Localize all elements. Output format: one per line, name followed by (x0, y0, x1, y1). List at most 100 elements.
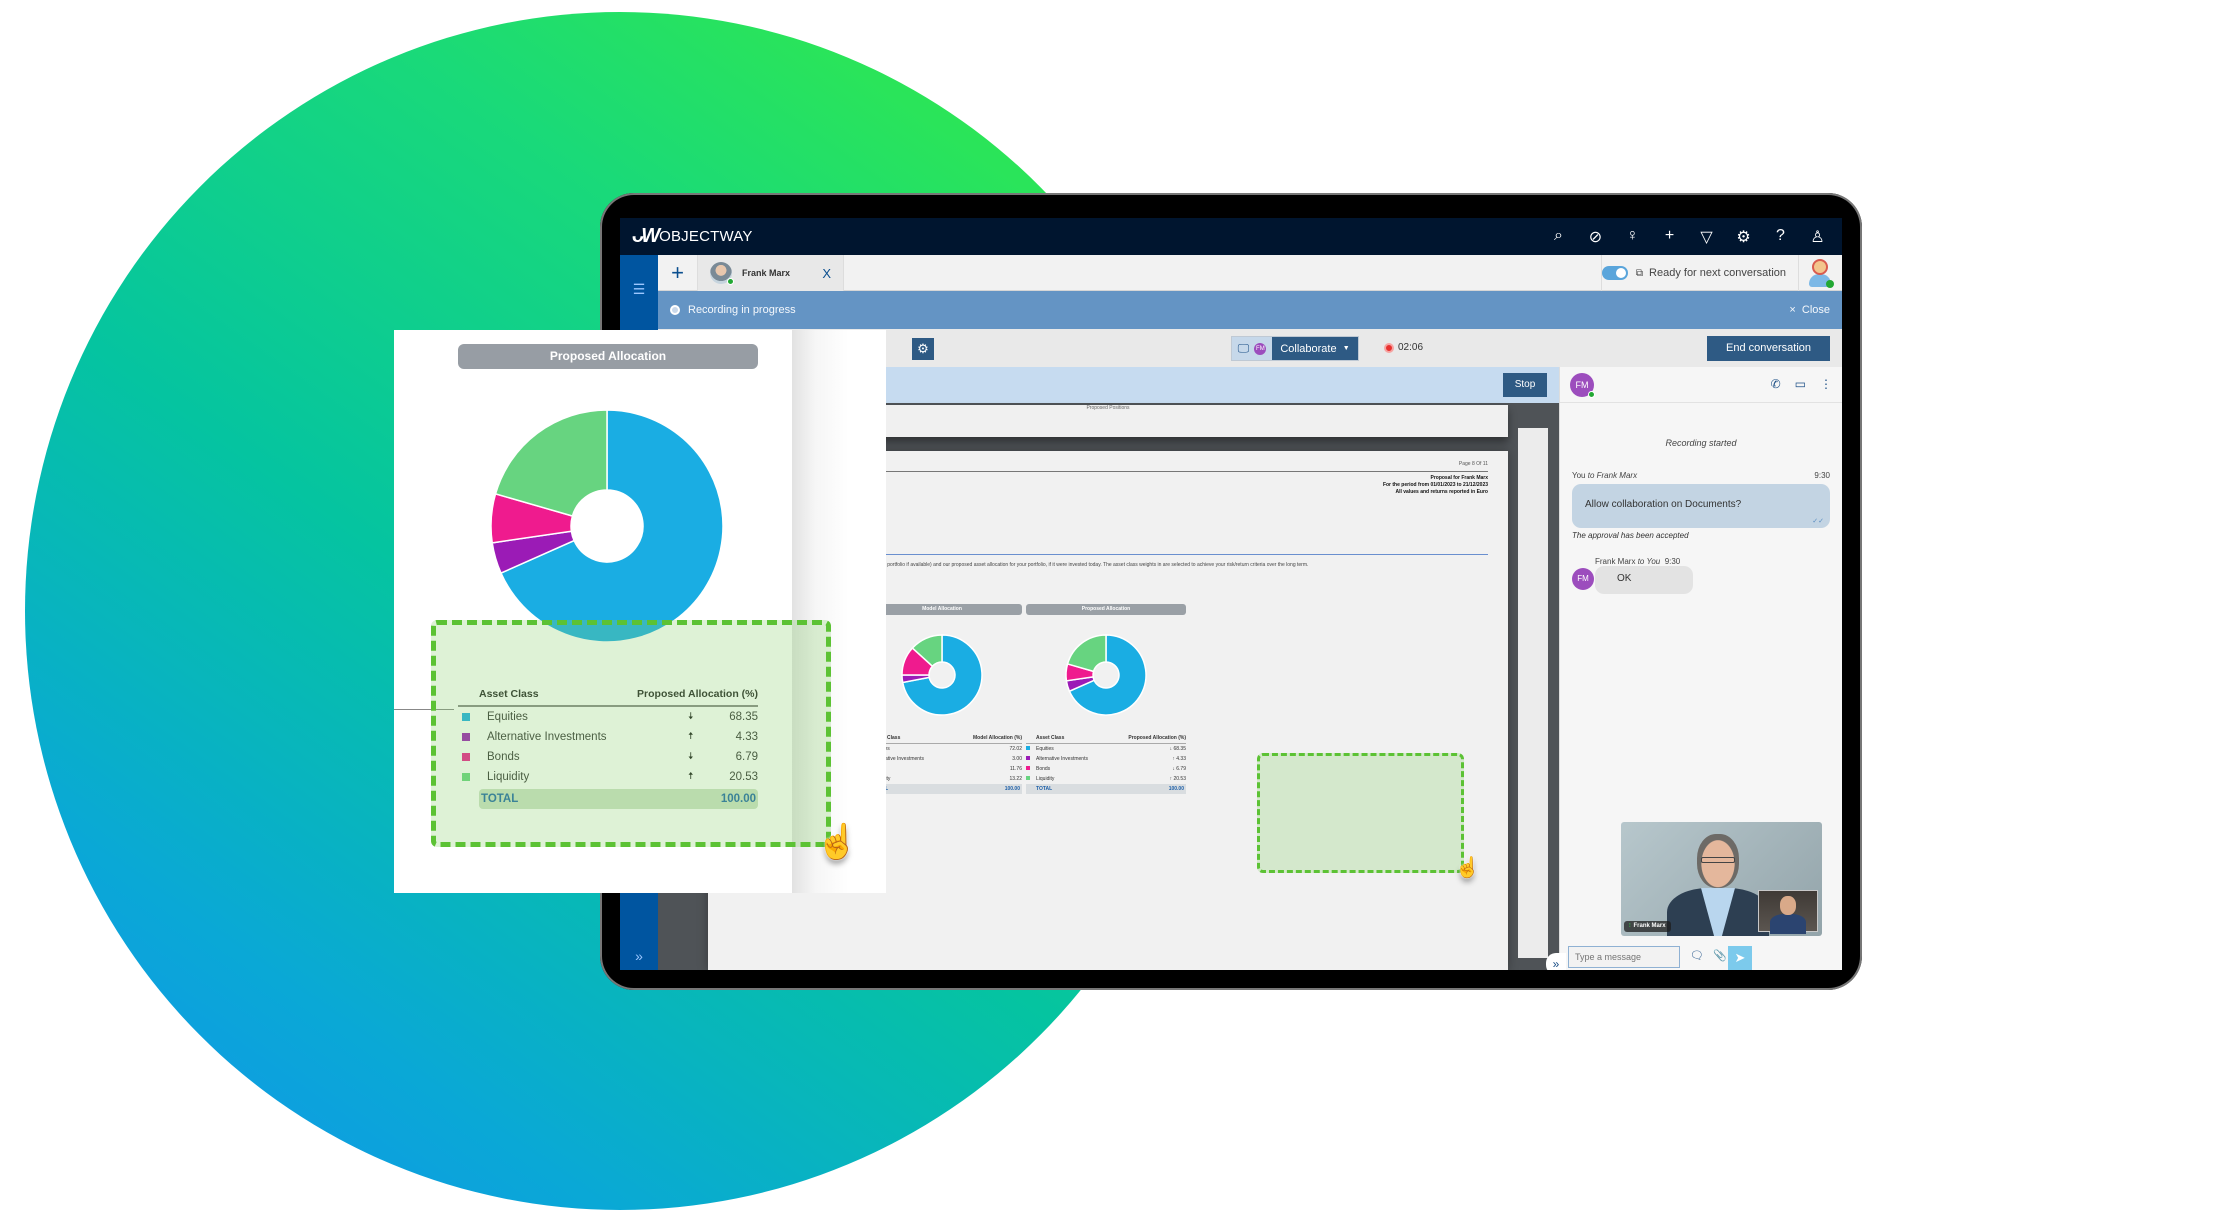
tab-label: Frank Marx (742, 268, 791, 278)
chat-panel: FM ✆ ▭ ⋮ Recording started You to Frank … (1559, 367, 1842, 970)
help-icon[interactable]: ? (1762, 227, 1799, 247)
allocation-value: 13.22 (1009, 776, 1022, 782)
video-call-window[interactable]: ⫶ Frank Marx (1621, 822, 1822, 936)
participant-name: Frank Marx (1633, 923, 1666, 929)
collaborate-label: Collaborate (1280, 342, 1337, 355)
participants-indicator: 🖵 FM (1232, 337, 1272, 360)
menu-icon[interactable]: ☰ (620, 281, 658, 298)
column-title: Model Allocation (862, 604, 1022, 615)
send-button[interactable]: ➤ (1728, 946, 1752, 970)
column-header-allocation: Proposed Allocation (%) (1128, 735, 1186, 741)
incoming-message: OK (1595, 566, 1693, 594)
status-icon: ⧉ (1635, 267, 1644, 279)
quick-reply-icon[interactable]: 🗨 (1690, 949, 1704, 962)
stop-button[interactable]: Stop (1503, 373, 1547, 397)
self-body (1770, 914, 1806, 934)
online-status-dot (1826, 280, 1834, 288)
message-sender: Frank Marx (1595, 557, 1636, 566)
legend-swatch (1026, 776, 1030, 780)
table-header: Asset Class Proposed Allocation (%) (1026, 735, 1186, 744)
filter-icon[interactable]: ▽ (1688, 227, 1725, 247)
table-row: Bonds11.76 (862, 764, 1022, 774)
allocation-value: ↑ 4.33 (1172, 756, 1186, 762)
meta-line: Proposal for Frank Marx (1430, 475, 1488, 481)
allocation-value: ↑ 20.53 (1169, 776, 1186, 782)
recording-banner: Recording in progress × Close (658, 291, 1842, 329)
allocation-value: 72.02 (1009, 746, 1022, 752)
remote-participant-glasses (1701, 857, 1735, 863)
gear-icon[interactable]: ⚙ (1725, 227, 1762, 247)
self-view-video[interactable] (1758, 890, 1818, 934)
allocation-value: ↓ 68.35 (1169, 746, 1186, 752)
target-icon[interactable]: ⊘ (1577, 227, 1614, 247)
recording-label: Recording in progress (688, 304, 796, 316)
allocation-donut-chart (901, 634, 983, 716)
donut-slice-liquidity (1066, 634, 1107, 673)
close-icon: × (1789, 304, 1796, 316)
table-row: Equities ↓ 68.35 (1026, 744, 1186, 754)
chart-title: Proposed Allocation (458, 344, 758, 369)
message-input[interactable] (1568, 946, 1680, 968)
column-title: Proposed Allocation (1026, 604, 1186, 615)
participant-avatar: FM (1254, 342, 1267, 355)
plus-icon[interactable]: + (1651, 227, 1688, 247)
table-row: Alternative Investments ↑ 4.33 (1026, 754, 1186, 764)
lightbulb-icon[interactable]: ♀ (1614, 227, 1651, 247)
tab-frank-marx[interactable]: Frank Marx X (698, 255, 844, 291)
close-icon[interactable]: X (822, 266, 831, 281)
attachment-icon[interactable]: 📎 (1713, 949, 1727, 962)
collapse-chat-button[interactable]: » (1546, 953, 1566, 970)
availability-label: Ready for next conversation (1649, 267, 1786, 279)
brand-logo[interactable]: ᴗW OBJECTWAY (632, 225, 753, 248)
sender-avatar: FM (1572, 568, 1594, 590)
more-options-icon[interactable]: ⋮ (1820, 377, 1832, 391)
collaborate-group: 🖵 FM Collaborate ▼ (1231, 336, 1359, 361)
settings-button[interactable]: ⚙ (912, 338, 934, 360)
phone-icon[interactable]: ✆ (1771, 377, 1781, 391)
total-row: TOTAL100.00 (862, 784, 1022, 794)
agent-head (1812, 259, 1828, 275)
sidebar-expand-icon[interactable]: » (620, 948, 658, 964)
close-label: Close (1801, 304, 1830, 316)
end-conversation-button[interactable]: End conversation (1707, 336, 1830, 361)
search-icon[interactable]: ⌕ (1540, 227, 1577, 247)
close-banner-button[interactable]: × Close (1789, 304, 1830, 316)
top-navigation-bar: ᴗW OBJECTWAY ⌕ ⊘ ♀ + ▽ ⚙ ? ♙ (620, 218, 1842, 255)
timer-value: 02:06 (1398, 342, 1424, 353)
collaborate-dropdown[interactable]: Collaborate ▼ (1272, 337, 1358, 360)
agent-avatar[interactable] (1798, 255, 1842, 291)
table-row: Liquidity13.22 (862, 774, 1022, 784)
audio-level-icon: ⫶ (1629, 923, 1631, 929)
online-status-dot (1588, 391, 1595, 398)
user-icon[interactable]: ♙ (1799, 227, 1836, 247)
approval-status: The approval has been accepted (1572, 531, 1689, 540)
video-camera-icon[interactable]: ▭ (1795, 377, 1806, 391)
screen-share-icon: 🖵 (1237, 341, 1250, 355)
asset-class-name: Bonds (1036, 766, 1051, 772)
document-meta: Proposal for Frank Marx For the period f… (1383, 475, 1488, 496)
online-status-dot (727, 278, 734, 285)
allocation-value: 11.76 (1009, 766, 1022, 772)
add-tab-button[interactable]: + (658, 255, 698, 291)
highlight-selection-zoomed (431, 620, 831, 847)
total-row: TOTAL100.00 (1026, 784, 1186, 794)
message-recipient: to You (1637, 557, 1661, 566)
logo-icon: ᴗW (632, 225, 660, 247)
chat-composer: 🗨 📎 ➤ (1560, 946, 1842, 970)
chevron-down-icon: ▼ (1342, 345, 1350, 352)
asset-class-name: Alternative Investments (1036, 756, 1088, 762)
legend-swatch (1026, 746, 1030, 750)
asset-class-name: Liquidity (1036, 776, 1055, 782)
contact-avatar[interactable]: FM (1570, 373, 1595, 398)
page-indicator: Page 8 Of 11 (1458, 461, 1488, 467)
conversation-tabs: + Frank Marx X ⧉ Ready for next conversa… (658, 255, 1842, 291)
availability-toggle[interactable] (1601, 266, 1628, 280)
proposed-allocation-donut-chart (490, 409, 724, 643)
allocation-table: Asset Class Proposed Allocation (%) Equiti… (1026, 735, 1186, 794)
allocation-table: Asset ClassModel Allocation (%)Equities7… (862, 735, 1022, 794)
total-value: 100.00 (1168, 786, 1184, 792)
allocation-column: Model Allocation Asset Class Model Allocat… (862, 604, 1022, 794)
legend-swatch (1026, 756, 1030, 760)
read-receipt-icon: ✓✓ (1812, 518, 1824, 525)
gear-icon: ⚙ (917, 341, 929, 356)
